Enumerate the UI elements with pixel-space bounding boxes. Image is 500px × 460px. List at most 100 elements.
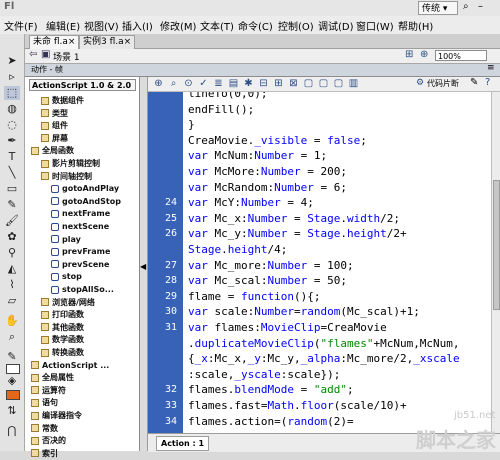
tree-item[interactable]: 组件 xyxy=(41,119,68,132)
bone-tool-icon[interactable]: ⚲ xyxy=(4,246,20,260)
line-comment-icon[interactable]: ▢ xyxy=(318,78,329,89)
paint-bucket-icon[interactable]: ◭ xyxy=(4,262,20,276)
collapse-selection-icon[interactable]: ⊞ xyxy=(273,78,284,89)
deco-tool-icon[interactable]: ✿ xyxy=(4,230,20,244)
code-line[interactable]: flames.action=(random(2)= xyxy=(188,414,354,430)
edit-symbol-icon[interactable]: ⊕ xyxy=(420,49,428,60)
tree-item[interactable]: play xyxy=(51,233,81,246)
check-syntax-icon[interactable]: ✓ xyxy=(198,78,209,89)
eraser-tool-icon[interactable]: ▱ xyxy=(4,294,20,308)
debug-options-icon[interactable]: ✱ xyxy=(243,78,254,89)
menu-help[interactable]: 帮助(H) xyxy=(398,18,433,33)
vertical-scrollbar[interactable] xyxy=(491,92,500,433)
code-line[interactable]: flame = function(){; xyxy=(188,289,320,305)
hand-tool-icon[interactable]: ✋ xyxy=(4,314,20,328)
tree-item[interactable]: 其他函数 xyxy=(41,321,84,334)
tree-item[interactable]: 屏幕 xyxy=(41,132,68,145)
search-icon[interactable]: ⌕ xyxy=(463,1,469,12)
tree-item[interactable]: 运算符 xyxy=(31,384,66,397)
block-comment-icon[interactable]: ▢ xyxy=(303,78,314,89)
code-line[interactable]: var Mc_scal:Number = 50; xyxy=(188,273,347,289)
scrollbar-thumb[interactable] xyxy=(493,180,500,310)
show-toolbox-icon[interactable]: ▥ xyxy=(348,78,359,89)
zoom-select[interactable]: 100% xyxy=(435,50,487,61)
tree-item[interactable]: 全局函数 xyxy=(31,144,74,157)
tree-item[interactable]: gotoAndPlay xyxy=(51,182,119,195)
code-line[interactable]: flames.blendMode = "add"; xyxy=(188,382,354,398)
menu-commands[interactable]: 命令(C) xyxy=(238,18,273,33)
code-line[interactable]: endFill(); xyxy=(188,102,254,118)
selection-tool-icon[interactable]: ➤ xyxy=(4,54,20,68)
panel-menu-icon[interactable]: ≡ xyxy=(487,63,495,73)
tree-item[interactable]: 影片剪辑控制 xyxy=(41,157,100,170)
pencil-tool-icon[interactable]: ✎ xyxy=(4,198,20,212)
line-tool-icon[interactable]: ╲ xyxy=(4,166,20,180)
code-line[interactable]: CreaMovie._visible = false; xyxy=(188,133,367,149)
doc-tab-1[interactable]: 未命 fl.a× xyxy=(29,35,80,49)
collapse-arrow-icon[interactable]: ◀ xyxy=(140,262,146,271)
tree-item[interactable]: nextScene xyxy=(51,220,109,233)
doc-tab-2[interactable]: 实例3 fl.a× xyxy=(79,35,136,49)
menu-debug[interactable]: 调试(D) xyxy=(318,18,354,33)
tree-item[interactable]: ActionScript ... xyxy=(31,359,109,372)
snap-magnet-icon[interactable]: ⋂ xyxy=(4,424,20,438)
subselection-tool-icon[interactable]: ▹ xyxy=(4,70,20,84)
code-line[interactable]: } xyxy=(188,117,195,133)
code-line[interactable]: var McY:Number = 4; xyxy=(188,195,314,211)
stroke-color-swatch[interactable] xyxy=(6,364,20,374)
action-frame-tab[interactable]: Action : 1 xyxy=(156,436,210,451)
code-snippets-button[interactable]: 代码片断 xyxy=(427,78,459,89)
menu-view[interactable]: 视图(V) xyxy=(84,18,119,33)
code-line[interactable]: var Mc_x:Number = Stage.width/2; xyxy=(188,211,400,227)
tree-item[interactable]: 编译器指令 xyxy=(31,409,82,422)
code-line[interactable]: var McMore:Number = 200; xyxy=(188,164,347,180)
find-icon[interactable]: ⌕ xyxy=(168,78,179,89)
code-line[interactable]: var scale:Number=random(Mc_scal)+1; xyxy=(188,304,420,320)
code-line[interactable]: :scale,_yscale:scale}); xyxy=(188,367,340,383)
expand-all-icon[interactable]: ⊠ xyxy=(288,78,299,89)
zoom-tool-icon[interactable]: ⌕ xyxy=(4,330,20,344)
tree-item[interactable]: 时间轴控制 xyxy=(41,170,92,183)
collapse-braces-icon[interactable]: ⊟ xyxy=(258,78,269,89)
rectangle-tool-icon[interactable]: ▭ xyxy=(4,182,20,196)
brush-tool-icon[interactable]: 🖌 xyxy=(4,214,20,228)
code-hint-icon[interactable]: ▤ xyxy=(228,78,239,89)
fill-color-swatch[interactable] xyxy=(6,390,20,400)
workspace-switcher[interactable]: 传统 ▾ xyxy=(418,1,458,15)
menu-control[interactable]: 控制(O) xyxy=(278,18,314,33)
code-line[interactable]: var flames:MovieClip=CreaMovie xyxy=(188,320,387,336)
tree-item[interactable]: stop xyxy=(51,270,82,283)
tree-item[interactable]: prevFrame xyxy=(51,245,110,258)
code-line[interactable]: var McNum:Number = 1; xyxy=(188,148,327,164)
help-icon[interactable]: ? xyxy=(485,77,490,88)
tree-item[interactable]: 否决的 xyxy=(31,434,66,447)
code-line[interactable]: flames.fast=Math.floor(scale/10)+ xyxy=(188,398,407,414)
tree-item[interactable]: 数学函数 xyxy=(41,333,84,346)
code-line[interactable]: {_x:Mc_x,_y:Mc_y,_alpha:Mc_more/2,_xscal… xyxy=(188,351,460,367)
code-line[interactable]: lineTo(0,0); xyxy=(188,92,267,102)
minimize-icon[interactable]: – xyxy=(478,1,483,12)
tree-item[interactable]: 类型 xyxy=(41,107,68,120)
pen-tool-icon[interactable]: ✒ xyxy=(4,134,20,148)
menu-insert[interactable]: 插入(I) xyxy=(122,18,153,33)
swap-colors-icon[interactable]: ⇅ xyxy=(4,404,20,418)
code-line[interactable]: var McRandom:Number = 6; xyxy=(188,180,347,196)
fill-color-icon[interactable]: ◈ xyxy=(4,374,20,388)
tree-item[interactable]: 打印函数 xyxy=(41,308,84,321)
lasso-tool-icon[interactable]: ◌ xyxy=(4,118,20,132)
target-path-icon[interactable]: ⊙ xyxy=(183,78,194,89)
stroke-color-icon[interactable]: ✎ xyxy=(4,350,20,364)
code-snippets-icon[interactable]: ⚙ xyxy=(416,78,424,88)
add-item-icon[interactable]: ⊕ xyxy=(153,78,164,89)
uncomment-icon[interactable]: ▢ xyxy=(333,78,344,89)
code-line[interactable]: Stage.height/4; xyxy=(188,242,287,258)
menu-text[interactable]: 文本(T) xyxy=(200,18,234,33)
code-line[interactable]: var Mc_more:Number = 100; xyxy=(188,258,354,274)
tree-item[interactable]: stopAllSo... xyxy=(51,283,114,296)
code-line[interactable]: .duplicateMovieClip("flames"+McNum,McNum… xyxy=(188,336,460,352)
panel-splitter[interactable]: ◀ xyxy=(140,77,148,451)
edit-scene-icon[interactable]: ⊞ xyxy=(405,49,413,60)
tree-item[interactable]: 转换函数 xyxy=(41,346,84,359)
3d-rotation-icon[interactable]: ◍ xyxy=(4,102,20,116)
text-tool-icon[interactable]: T xyxy=(4,150,20,164)
